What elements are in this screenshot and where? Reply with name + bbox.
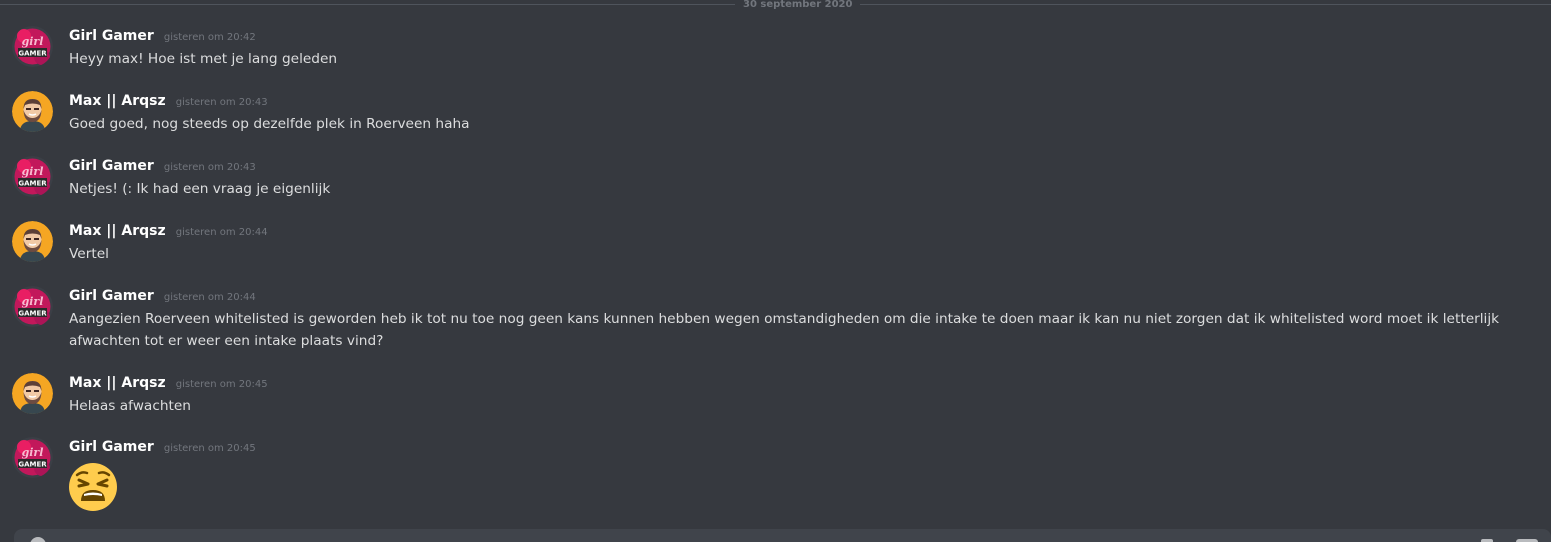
max-arqsz-avatar[interactable]: [12, 91, 53, 132]
message-text: Goed goed, nog steeds op dezelfde plek i…: [69, 116, 470, 132]
message-timestamp: gisteren om 20:43: [175, 97, 268, 108]
max-arqsz-avatar[interactable]: [12, 221, 53, 262]
max-arqsz-avatar[interactable]: [12, 373, 53, 414]
weary-face-emoji[interactable]: [69, 463, 117, 511]
girl-gamer-avatar[interactable]: girl GAMER: [12, 286, 53, 327]
message-text: Netjes! (: Ik had een vraag je eigenlijk: [69, 181, 331, 197]
girl-gamer-avatar[interactable]: girl GAMER: [12, 156, 53, 197]
svg-text:girl: girl: [22, 165, 44, 178]
girl-gamer-avatar[interactable]: girl GAMER: [12, 437, 53, 478]
svg-text:GAMER: GAMER: [18, 180, 47, 188]
message-header: Max || Arqsz gisteren om 20:43: [69, 91, 268, 112]
message-header: Max || Arqsz gisteren om 20:44: [69, 221, 268, 242]
message-input-bar[interactable]: [14, 529, 1551, 542]
message-author[interactable]: Max || Arqsz: [69, 223, 166, 239]
message-author[interactable]: Girl Gamer: [69, 158, 154, 174]
message-header: Max || Arqsz gisteren om 20:45: [69, 373, 268, 394]
message-author[interactable]: Girl Gamer: [69, 288, 154, 304]
message-text: Vertel: [69, 246, 109, 262]
message-header: Girl Gamer gisteren om 20:42: [69, 26, 256, 47]
svg-text:GAMER: GAMER: [18, 50, 47, 58]
svg-text:GAMER: GAMER: [18, 310, 47, 318]
date-divider-label: 30 september 2020: [735, 0, 861, 11]
message-timestamp: gisteren om 20:43: [163, 162, 256, 173]
message-header: Girl Gamer gisteren om 20:45: [69, 437, 256, 458]
message-text: Aangezien Roerveen whitelisted is geword…: [69, 311, 1500, 349]
svg-text:girl: girl: [22, 446, 44, 459]
message-author[interactable]: Girl Gamer: [69, 28, 154, 44]
date-divider: 30 september 2020: [0, 0, 1551, 11]
message-timestamp: gisteren om 20:44: [175, 227, 268, 238]
message-author[interactable]: Max || Arqsz: [69, 93, 166, 109]
message-text: Helaas afwachten: [69, 398, 191, 414]
svg-text:GAMER: GAMER: [18, 461, 47, 469]
message-author[interactable]: Max || Arqsz: [69, 375, 166, 391]
message-timestamp: gisteren om 20:45: [175, 379, 268, 390]
chat-window: 30 september 2020 girl GAMER Girl Gamer …: [0, 0, 1551, 542]
svg-text:girl: girl: [22, 295, 44, 308]
svg-text:girl: girl: [22, 35, 44, 48]
add-attachment-icon[interactable]: [30, 537, 46, 542]
message-author[interactable]: Girl Gamer: [69, 439, 154, 455]
message-timestamp: gisteren om 20:42: [163, 32, 256, 43]
girl-gamer-avatar[interactable]: girl GAMER: [12, 26, 53, 67]
message-header: Girl Gamer gisteren om 20:44: [69, 286, 256, 307]
message-timestamp: gisteren om 20:45: [163, 443, 256, 454]
message-timestamp: gisteren om 20:44: [163, 292, 256, 303]
message-text: Heyy max! Hoe ist met je lang geleden: [69, 51, 338, 67]
message-header: Girl Gamer gisteren om 20:43: [69, 156, 256, 177]
